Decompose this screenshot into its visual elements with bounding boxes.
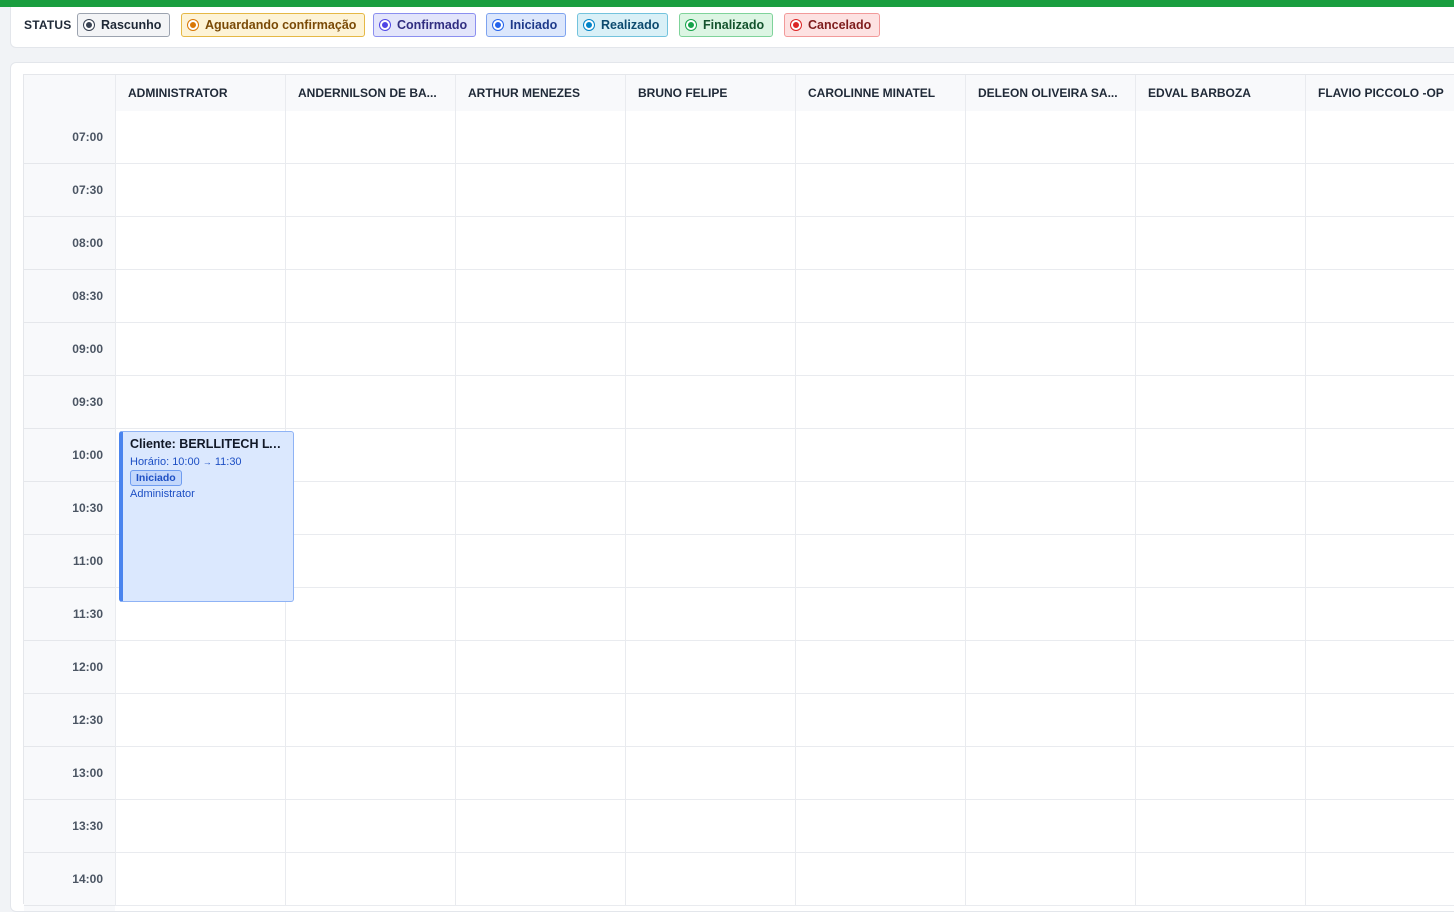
event-title: Cliente: BERLLITECH LT...	[130, 437, 285, 451]
row-divider	[115, 905, 1454, 906]
status-chip-label: Aguardando confirmação	[205, 18, 357, 32]
column-header: DELEON OLIVEIRA SA...	[965, 75, 1135, 111]
status-chip-label: Cancelado	[808, 18, 872, 32]
status-chip-iniciado[interactable]: Iniciado	[486, 13, 567, 37]
row-divider	[115, 693, 1454, 694]
column-divider	[115, 75, 116, 905]
row-divider	[115, 640, 1454, 641]
event-time: Horário: 10:00 → 11:30	[130, 456, 242, 468]
time-slot-label: 13:00	[24, 747, 115, 800]
row-divider	[115, 481, 1454, 482]
row-divider	[115, 852, 1454, 853]
status-chip-label: Realizado	[601, 18, 660, 32]
status-dot-icon	[188, 20, 198, 30]
status-legend-label: STATUS	[24, 18, 72, 32]
time-slot-label: 08:00	[24, 217, 115, 270]
time-slot-label: 11:30	[24, 588, 115, 641]
status-chip-aguardando-confirma-o[interactable]: Aguardando confirmação	[181, 13, 366, 37]
row-divider	[115, 216, 1454, 217]
column-divider	[965, 75, 966, 905]
time-slot-label: 13:30	[24, 800, 115, 853]
row-divider	[115, 587, 1454, 588]
column-header: BRUNO FELIPE	[625, 75, 795, 111]
status-chip-label: Finalizado	[703, 18, 765, 32]
column-header: EDVAL BARBOZA	[1135, 75, 1305, 111]
row-divider	[115, 534, 1454, 535]
time-slot-label: 10:00	[24, 429, 115, 482]
column-divider	[795, 75, 796, 905]
time-slot-label: 12:00	[24, 641, 115, 694]
status-dot-icon	[584, 20, 594, 30]
status-dot-icon	[493, 20, 503, 30]
time-slot-label: 09:00	[24, 323, 115, 376]
row-divider	[115, 375, 1454, 376]
time-slot-label: 07:30	[24, 164, 115, 217]
status-dot-icon	[380, 20, 390, 30]
row-divider	[115, 746, 1454, 747]
top-accent-bar	[0, 0, 1454, 7]
column-divider	[1135, 75, 1136, 905]
event-status-badge: Iniciado	[130, 470, 182, 486]
row-divider	[115, 428, 1454, 429]
status-chip-cancelado[interactable]: Cancelado	[784, 13, 881, 37]
calendar-grid: ADMINISTRATOR ANDERNILSON DE BA... ARTHUR …	[23, 74, 1454, 911]
status-chip-label: Iniciado	[510, 18, 558, 32]
column-divider	[455, 75, 456, 905]
time-column: 07:00 07:30 08:00 08:30 09:00 09:30 10:00 10:30…	[24, 111, 115, 911]
time-slot-label: 11:00	[24, 535, 115, 588]
status-chip-label: Rascunho	[101, 18, 162, 32]
time-slot-label: 12:30	[24, 694, 115, 747]
column-header: FLAVIO PICCOLO -OP	[1305, 75, 1454, 111]
status-chip-confirmado[interactable]: Confirmado	[373, 13, 477, 37]
arrow-right-icon: →	[202, 457, 212, 467]
row-divider	[115, 322, 1454, 323]
time-slot-label: 10:30	[24, 482, 115, 535]
status-chip-realizado[interactable]: Realizado	[577, 13, 669, 37]
time-slot-label: 14:00	[24, 853, 115, 906]
row-divider	[115, 799, 1454, 800]
time-slot-label: 08:30	[24, 270, 115, 323]
status-dot-icon	[791, 20, 801, 30]
status-chip-rascunho[interactable]: Rascunho	[77, 13, 171, 37]
calendar-header-row: ADMINISTRATOR ANDERNILSON DE BA... ARTHUR …	[24, 75, 1454, 111]
column-divider	[1305, 75, 1306, 905]
column-header: ARTHUR MENEZES	[455, 75, 625, 111]
time-slot-label: 07:00	[24, 111, 115, 164]
status-dot-icon	[84, 20, 94, 30]
row-divider	[115, 269, 1454, 270]
time-slot-label: 09:30	[24, 376, 115, 429]
column-divider	[625, 75, 626, 905]
column-header: ADMINISTRATOR	[115, 75, 285, 111]
column-header: CAROLINNE MINATEL	[795, 75, 965, 111]
status-chip-finalizado[interactable]: Finalizado	[679, 13, 774, 37]
status-legend-bar: STATUS Rascunho Aguardando confirmação Con…	[10, 7, 1454, 48]
status-chip-label: Confirmado	[397, 18, 468, 32]
event-owner: Administrator	[130, 488, 195, 500]
row-divider	[115, 163, 1454, 164]
event-card[interactable]: Cliente: BERLLITECH LT... Horário: 10:00…	[119, 431, 294, 602]
column-header: ANDERNILSON DE BA...	[285, 75, 455, 111]
status-dot-icon	[686, 20, 696, 30]
